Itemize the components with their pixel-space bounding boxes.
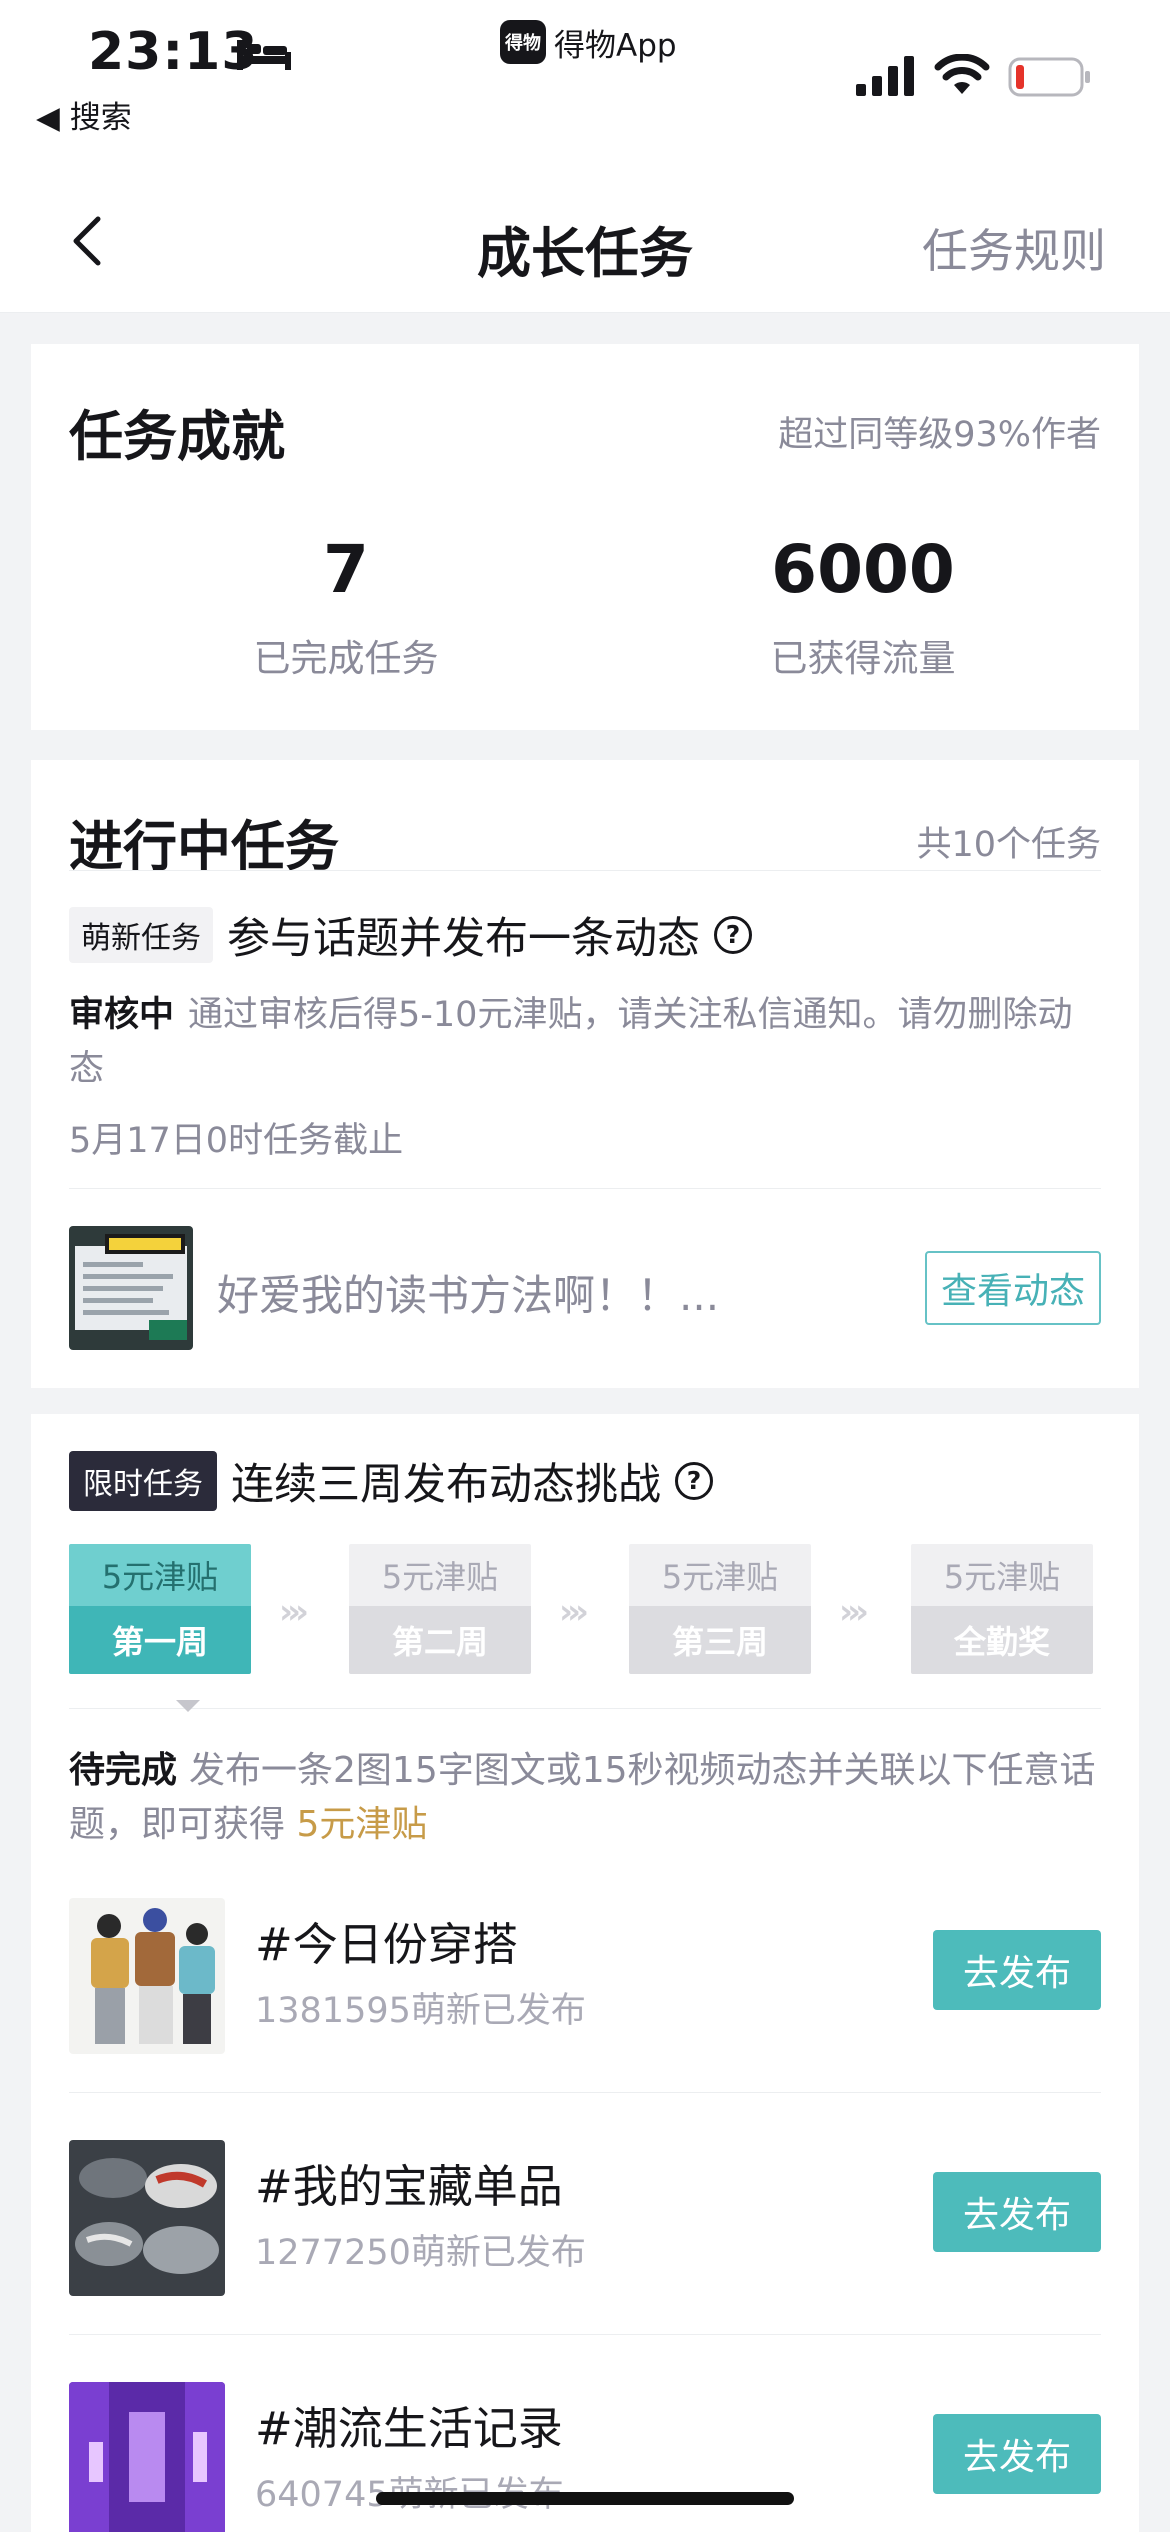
completed-tasks-stat: 7 已完成任务 — [136, 530, 556, 682]
topic-item[interactable]: #今日份穿搭 1381595萌新已发布 去发布 — [31, 1898, 1139, 2054]
divider — [69, 2092, 1101, 2093]
navigation-bar: 成长任务 任务规则 — [0, 165, 1170, 313]
week-label: 第二周 — [349, 1606, 531, 1674]
week-step-3[interactable]: 5元津贴 第三周 — [629, 1544, 811, 1674]
review-status-desc: 通过审核后得5-10元津贴，请关注私信通知。请勿删除动态 — [69, 995, 1073, 1089]
topic-count: 1381595萌新已发布 — [255, 1991, 586, 2031]
traffic-earned-stat: 6000 已获得流量 — [653, 530, 1073, 682]
pending-label: 待完成 — [69, 1750, 178, 1791]
rank-text: 超过同等级93%作者 — [778, 415, 1101, 455]
week-reward: 5元津贴 — [69, 1544, 251, 1606]
week-reward: 5元津贴 — [911, 1544, 1093, 1606]
task-total: 共10个任务 — [916, 825, 1101, 865]
week-label: 第一周 — [69, 1606, 251, 1674]
review-status-label: 审核中 — [69, 995, 175, 1035]
topic-image-outfits — [69, 1898, 225, 2054]
newbie-task-header: 萌新任务 参与话题并发布一条动态 ? — [69, 904, 752, 966]
completed-tasks-value: 7 — [323, 531, 369, 608]
in-progress-card: 进行中任务 共10个任务 萌新任务 参与话题并发布一条动态 ? 审核中 通过审核后… — [31, 760, 1139, 1388]
help-icon[interactable]: ? — [675, 1462, 713, 1500]
week-step-1[interactable]: 5元津贴 第一周 — [69, 1544, 251, 1674]
divider — [69, 1188, 1101, 1189]
publish-button[interactable]: 去发布 — [933, 1930, 1101, 2010]
battery-low-icon — [1008, 57, 1090, 97]
limited-task-tag: 限时任务 — [69, 1451, 217, 1511]
topic-image-sneakers — [69, 2140, 225, 2296]
bed-icon — [237, 40, 291, 70]
limited-task-header: 限时任务 连续三周发布动态挑战 ? — [69, 1450, 713, 1512]
topic-image-street — [69, 2382, 225, 2532]
task-rules-link[interactable]: 任务规则 — [922, 215, 1106, 281]
status-time: 23:13 — [88, 22, 259, 82]
traffic-earned-value: 6000 — [771, 531, 955, 608]
topic-image — [69, 2382, 225, 2532]
topic-count: 1277250萌新已发布 — [255, 2233, 586, 2273]
divider — [69, 870, 1101, 871]
achievement-title: 任务成就 — [69, 405, 285, 468]
app-badge: 得物 得物App — [500, 20, 677, 64]
post-thumbnail-image — [69, 1226, 193, 1350]
view-post-button[interactable]: 查看动态 — [925, 1251, 1101, 1325]
back-to-search-link[interactable]: ◀ 搜索 — [36, 92, 132, 137]
completed-tasks-label: 已完成任务 — [253, 637, 439, 680]
week-progress: 5元津贴 第一周 ››› 5元津贴 第二周 ››› 5元津贴 第三周 ››› 5… — [69, 1544, 1101, 1674]
topic-item[interactable]: #我的宝藏单品 1277250萌新已发布 去发布 — [31, 2140, 1139, 2296]
topic-item[interactable]: #潮流生活记录 640745萌新已发布 去发布 — [31, 2382, 1139, 2532]
pending-instructions: 待完成 发布一条2图15字图文或15秒视频动态并关联以下任意话题，即可获得 5元津… — [69, 1744, 1101, 1852]
publish-button[interactable]: 去发布 — [933, 2414, 1101, 2494]
week-step-full-attendance[interactable]: 5元津贴 全勤奖 — [911, 1544, 1093, 1674]
chevron-right-icon: ››› — [279, 1592, 309, 1632]
traffic-earned-label: 已获得流量 — [770, 637, 956, 680]
review-status: 审核中 通过审核后得5-10元津贴，请关注私信通知。请勿删除动态 — [69, 988, 1101, 1096]
achievement-card: 任务成就 超过同等级93%作者 7 已完成任务 6000 已获得流量 — [31, 344, 1139, 730]
app-name: 得物App — [554, 27, 677, 64]
week-reward: 5元津贴 — [349, 1544, 531, 1606]
home-indicator[interactable] — [376, 2492, 794, 2505]
topic-name: #潮流生活记录 — [255, 2402, 563, 2455]
post-thumbnail[interactable] — [69, 1226, 193, 1350]
topic-image — [69, 1898, 225, 2054]
limited-task-card: 限时任务 连续三周发布动态挑战 ? 5元津贴 第一周 ››› 5元津贴 第二周 … — [31, 1414, 1139, 2532]
publish-button[interactable]: 去发布 — [933, 2172, 1101, 2252]
newbie-task-name: 参与话题并发布一条动态 — [227, 914, 700, 964]
newbie-task-tag: 萌新任务 — [69, 907, 213, 963]
status-bar: 23:13 ◀ 搜索 得物 得物App — [0, 0, 1170, 165]
pending-reward: 5元津贴 — [296, 1804, 428, 1845]
chevron-right-icon: ››› — [839, 1592, 869, 1632]
post-text: 好爱我的读书方法啊！！... — [217, 1271, 720, 1320]
task-deadline: 5月17日0时任务截止 — [69, 1121, 404, 1161]
divider — [69, 1708, 1101, 1709]
week-reward: 5元津贴 — [629, 1544, 811, 1606]
week-label: 全勤奖 — [911, 1606, 1093, 1674]
topic-name: #我的宝藏单品 — [255, 2160, 563, 2213]
topic-image — [69, 2140, 225, 2296]
limited-task-name: 连续三周发布动态挑战 — [231, 1460, 661, 1510]
cellular-signal-icon — [856, 56, 914, 96]
pending-desc: 发布一条2图15字图文或15秒视频动态并关联以下任意话题，即可获得 — [69, 1750, 1096, 1845]
divider — [69, 2334, 1101, 2335]
chevron-right-icon: ››› — [559, 1592, 589, 1632]
topic-name: #今日份穿搭 — [255, 1918, 518, 1971]
week-step-2[interactable]: 5元津贴 第二周 — [349, 1544, 531, 1674]
wifi-icon — [934, 54, 990, 94]
week-label: 第三周 — [629, 1606, 811, 1674]
caret-down-icon — [176, 1700, 200, 1712]
help-icon[interactable]: ? — [714, 916, 752, 954]
app-logo-icon: 得物 — [500, 20, 546, 64]
